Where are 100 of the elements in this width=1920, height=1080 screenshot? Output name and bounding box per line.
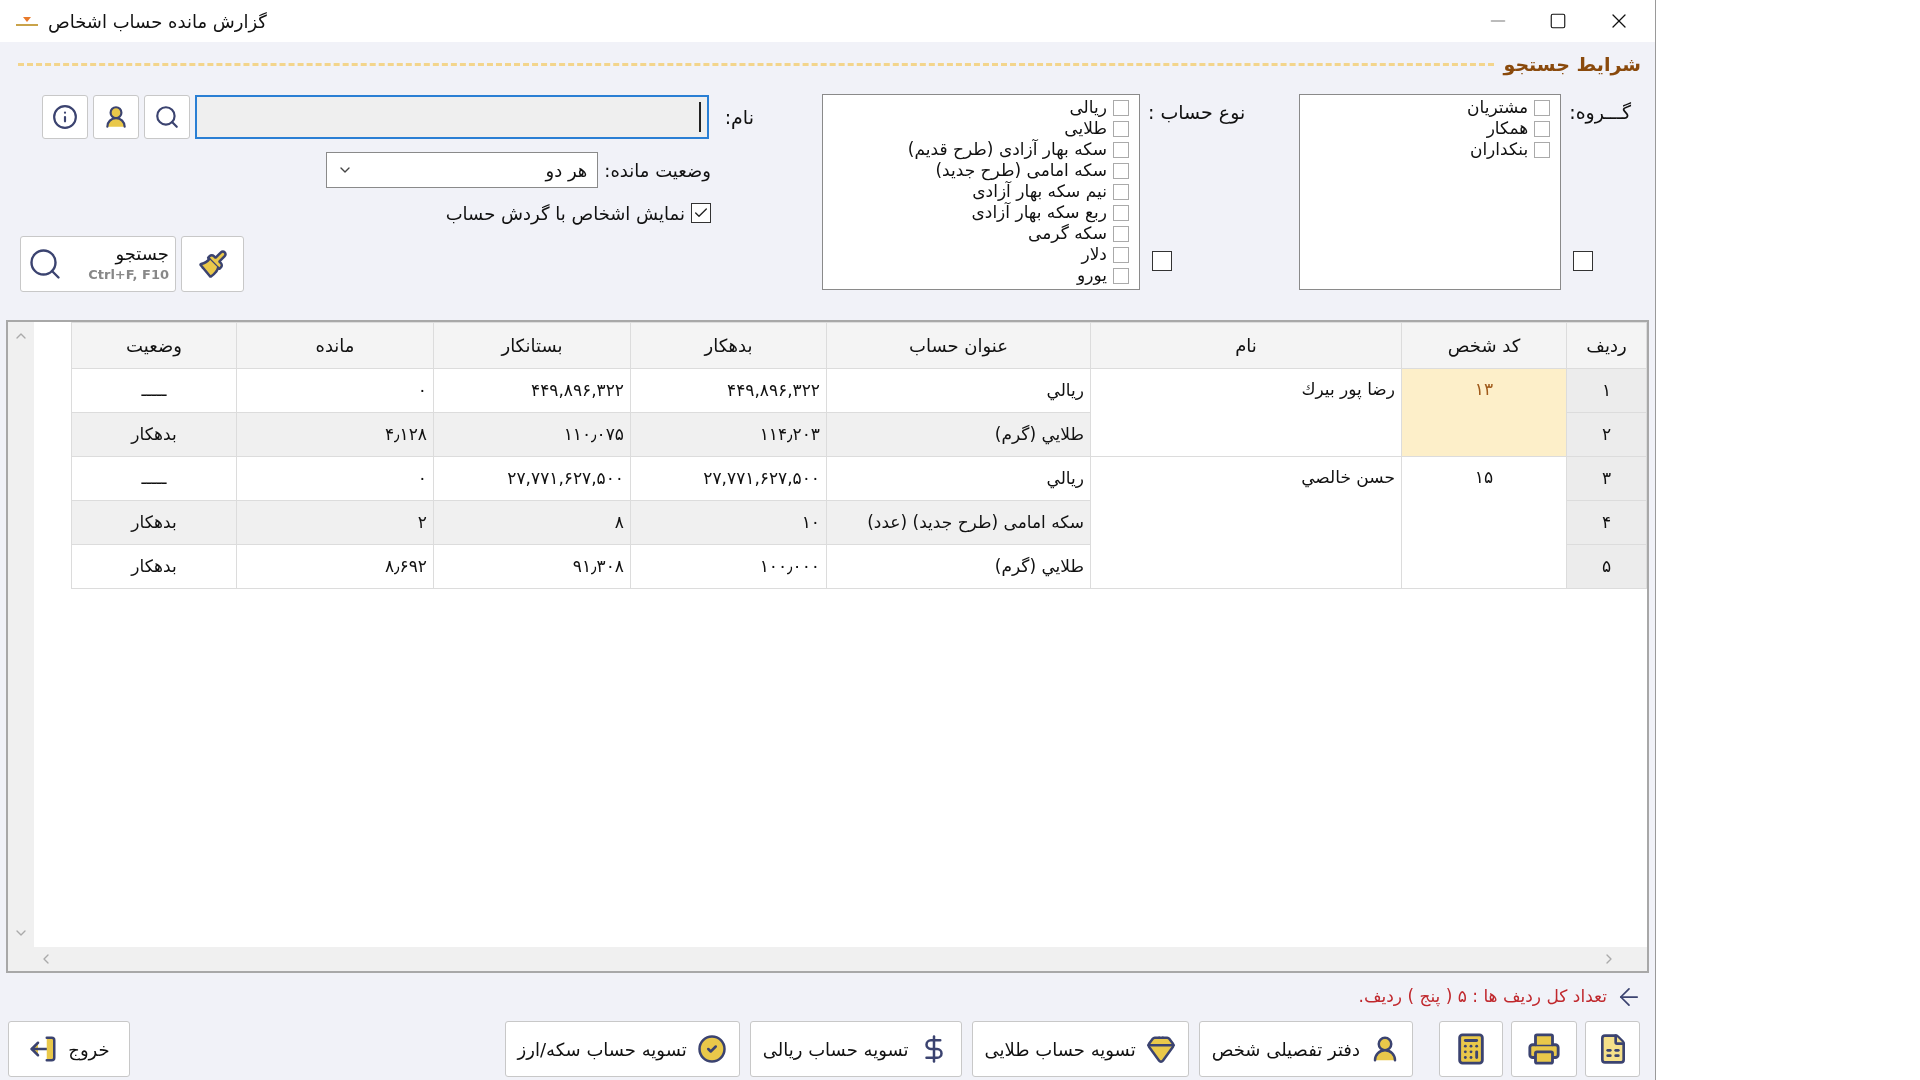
broom-icon [197,249,228,279]
person-code-cell: ۱۵ [1401,456,1567,589]
filter-label: نوع حساب : [1147,100,1246,126]
column-header[interactable]: ردیف [1566,322,1647,369]
balance-cell: ۴٫۱۲۸ [236,412,434,457]
row-number-cell: ۵ [1566,544,1647,589]
option-label: نیم سکه بهار آزادی [972,181,1107,202]
balance-cell: ۲ [236,500,434,545]
horizontal-scrollbar[interactable] [8,947,1647,971]
icon-button[interactable] [41,95,88,139]
row-number-cell: ۳ [1566,456,1647,501]
column-header[interactable]: وضعیت [71,322,237,369]
person-code-cell: ۱۳ [1401,368,1567,457]
checkbox[interactable] [1112,246,1129,263]
row-count-text: تعداد کل ردیف ها : ۵ ( پنج ) ردیف. [1358,985,1607,1009]
debit-cell: ۱۰۰٫۰۰۰ [630,544,827,589]
status-cell: ـــــ [71,456,237,501]
info-icon [51,104,78,130]
checkbox[interactable] [1573,251,1594,271]
account-title-cell: طلايي (گرم) [826,412,1091,457]
action-button[interactable]: تسویه حساب طلایی [971,1021,1189,1077]
checkbox[interactable] [1112,162,1129,179]
status-cell: ـــــ [71,368,237,413]
option-label: سکه بهار آزادی (طرح قدیم) [907,139,1107,160]
printer-icon [1527,1032,1561,1066]
debit-cell: ۲۷,۷۷۱,۶۲۷,۵۰۰ [630,456,827,501]
search-icon [153,104,180,130]
exit-icon [28,1034,59,1064]
option-label: سکه امامی (طرح جدید) [935,160,1107,181]
window-title: گزارش مانده حساب اشخاص [48,9,267,35]
action-button[interactable]: دفتر تفصیلی شخص [1198,1021,1413,1077]
balance-status-select[interactable]: هر دو [326,152,599,188]
checkbox[interactable] [1112,204,1129,221]
status-cell: بدهکار [71,500,237,545]
icon-button[interactable] [92,95,139,139]
name-input[interactable] [194,95,709,139]
action-button[interactable]: تسویه حساب ریالی [749,1021,962,1077]
checkbox[interactable] [1534,141,1551,158]
column-header[interactable]: بدهکار [630,322,827,369]
row-number-cell: ۲ [1566,412,1647,457]
diamond-icon [1145,1034,1176,1064]
column-header[interactable]: کد شخص [1401,322,1567,369]
checkbox[interactable] [1112,225,1129,242]
status-cell: بدهکار [71,412,237,457]
balance-cell: ۸٫۶۹۲ [236,544,434,589]
field-label: وضعیت مانده: [604,158,711,184]
option-label: ربع سکه بهار آزادی [971,202,1107,223]
search-icon [27,246,63,282]
credit-cell: ۹۱٫۳۰۸ [433,544,631,589]
option-label: دلار [1081,244,1107,265]
debit-cell: ۱۱۴٫۲۰۳ [630,412,827,457]
account-title-cell: سکه امامی (طرح جدید) (عدد) [826,500,1091,545]
debit-cell: ۴۴۹,۸۹۶,۳۲۲ [630,368,827,413]
credit-cell: ۲۷,۷۷۱,۶۲۷,۵۰۰ [433,456,631,501]
option-label: همکار [1486,118,1529,139]
debit-cell: ۱۰ [630,500,827,545]
action-button[interactable]: تسویه حساب سکه/ارز [504,1021,740,1077]
maximize-icon[interactable] [1549,12,1567,30]
checkbox[interactable] [1112,267,1129,284]
checkbox[interactable] [1112,141,1129,158]
icon-button[interactable] [143,95,190,139]
account-title-cell: ريالي [826,368,1091,413]
option-label: سکه گرمی [1028,223,1107,244]
option-label: بنکداران [1469,139,1529,160]
column-header[interactable]: بستانکار [433,322,631,369]
credit-cell: ۴۴۹,۸۹۶,۳۲۲ [433,368,631,413]
clear-button[interactable] [181,236,244,292]
row-number-cell: ۱ [1566,368,1647,413]
section-title: شرايط جستجو [1503,51,1641,78]
excel-button[interactable] [1585,1021,1640,1077]
checkbox[interactable] [1112,120,1129,137]
person-name-cell: حسن خالصي [1090,456,1402,589]
credit-cell: ۸ [433,500,631,545]
exit-button[interactable]: خروج [8,1021,130,1077]
checkbox[interactable] [1534,99,1551,116]
column-header[interactable]: مانده [236,322,434,369]
vertical-scrollbar[interactable] [8,322,34,947]
row-number-cell: ۴ [1566,500,1647,545]
checkbox-label: نمایش اشخاص با گردش حساب [445,201,685,227]
option-label: طلایی [1064,118,1107,139]
field-label: نام: [723,104,754,131]
option-label: مشتریان [1467,97,1529,118]
status-cell: بدهکار [71,544,237,589]
checkbox[interactable] [1534,120,1551,137]
account-title-cell: ريالي [826,456,1091,501]
column-header[interactable]: عنوان حساب [826,322,1091,369]
filter-label: گـــروه: [1569,100,1631,126]
account-title-cell: طلايي (گرم) [826,544,1091,589]
calculator-button[interactable] [1439,1021,1503,1077]
check-circle-icon [696,1034,727,1064]
checkbox[interactable] [1151,251,1172,271]
checkbox[interactable] [1112,99,1129,116]
checkbox[interactable] [1112,183,1129,200]
credit-cell: ۱۱۰٫۰۷۵ [433,412,631,457]
checkbox[interactable] [690,203,711,223]
balance-cell: ۰ [236,456,434,501]
balance-cell: ۰ [236,368,434,413]
option-label: ریالی [1069,97,1107,118]
column-header[interactable]: نام [1090,322,1402,369]
print-button[interactable] [1511,1021,1577,1077]
